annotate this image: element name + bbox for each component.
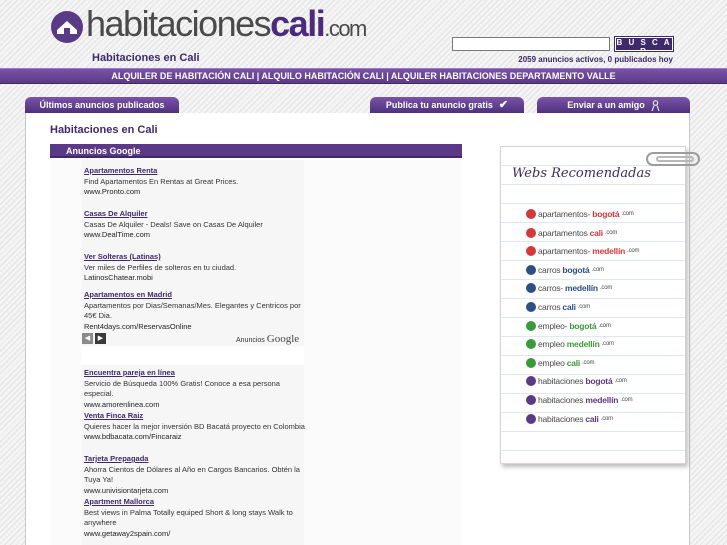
site-logo-icon [526, 413, 536, 424]
paperclip-inner [656, 156, 694, 162]
ad-title[interactable]: Apartamentos Renta [84, 166, 306, 177]
site-logo-icon [526, 320, 536, 331]
ad-item[interactable]: Casas De Alquiler Casas De Alquiler - De… [84, 209, 306, 241]
tab-latest-ads[interactable]: Últimos anuncios publicados [25, 97, 179, 114]
site-logo-icon [526, 246, 536, 257]
ad-title[interactable]: Encuentra pareja en línea [84, 368, 306, 379]
ad-url[interactable]: www.DealTime.com [84, 230, 306, 241]
recommended-site-link[interactable]: carros cali .com [526, 302, 590, 312]
ad-title[interactable]: Tarjeta Prepagada [84, 454, 306, 465]
ads-stats: 2059 anuncios activos, 0 publicados hoy [518, 55, 673, 64]
ad-url[interactable]: www.amorenlinea.com [84, 400, 306, 411]
recommended-site-link[interactable]: empleo cali .com [526, 357, 594, 368]
site-logo-icon [526, 376, 536, 387]
ad-title[interactable]: Venta Finca Raiz [84, 411, 306, 422]
site-logo-icon [526, 357, 536, 368]
site-logo-icon [526, 302, 536, 312]
tab-publish-ad[interactable]: Publica tu anuncio gratis ✔ [370, 97, 524, 114]
ad-url[interactable]: LatinosChatear.mobi [84, 273, 306, 284]
site-logo-icon [526, 339, 536, 350]
ad-title[interactable]: Apartamentos en Madrid [84, 290, 304, 301]
ad-text: Casas De Alquiler - Deals! Save on Casas… [84, 219, 263, 229]
tab-send-to-friend[interactable]: Enviar a un amigo [537, 97, 690, 114]
site-logo-icon [526, 209, 536, 219]
next-arrow-icon[interactable]: ▶ [95, 333, 106, 344]
ad-title[interactable]: Casas De Alquiler [84, 209, 306, 220]
site-logo-icon [526, 395, 536, 405]
ads-gutter-right [304, 160, 462, 545]
ad-url[interactable]: www.univisiontarjeta.com [84, 486, 306, 497]
site-logo-icon [526, 227, 536, 238]
ad-item[interactable]: Venta Finca Raiz Quieres hacer la mejor … [84, 411, 306, 443]
ad-url[interactable]: www.Pronto.com [84, 187, 306, 198]
ad-pager: ◀ ▶ [82, 333, 106, 344]
site-logo-icon [526, 264, 536, 275]
house-logo-icon [51, 10, 83, 43]
ad-title[interactable]: Ver Solteras (Latinas) [84, 252, 306, 263]
ad-text: Find Apartamentos En Rentas at Great Pri… [84, 176, 239, 186]
recommended-site-link[interactable]: apartamentos-bogotá .com [526, 209, 634, 219]
prev-arrow-icon[interactable]: ◀ [82, 333, 93, 344]
page-title: Habitaciones en Cali [50, 124, 158, 136]
recommended-sites-title: Webs Recomendadas [512, 166, 651, 181]
recommended-site-link[interactable]: habitaciones medellín .com [526, 395, 633, 405]
search-input[interactable] [452, 37, 610, 51]
recommended-site-link[interactable]: carros-medellín .com [526, 283, 612, 294]
ad-title[interactable]: Apartment Mallorca [84, 497, 306, 508]
recommended-site-link[interactable]: apartamentos cali .com [526, 227, 617, 238]
ad-text: Apartamentos por Dias/Semanas/Mes. Elega… [84, 300, 301, 321]
search-button[interactable]: B U S C A R [614, 36, 674, 56]
site-logo[interactable]: habitacionescali.com [50, 3, 367, 47]
google-ads-header: Anuncios Google [50, 144, 462, 158]
recommended-site-link[interactable]: habitaciones bogotá .com [526, 376, 627, 387]
ad-item[interactable]: Apartamentos Renta Find Apartamentos En … [84, 166, 306, 198]
recommended-site-link[interactable]: apartamentos-medellín .com [526, 246, 640, 257]
site-header: habitacionescali.com Habitaciones en Cal… [0, 0, 727, 70]
ad-url[interactable]: www.getaway2spain.com/ [84, 529, 306, 540]
recommended-site-link[interactable]: carros bogotá .com [526, 264, 604, 275]
ad-url[interactable]: www.bdbacata.com/Fincaraiz [84, 432, 306, 443]
ad-url[interactable]: Rent4days.com/ReservasOnline [84, 322, 304, 333]
ad-text: Servicio de Búsqueda 100% Gratis! Conoce… [84, 378, 280, 399]
ad-text: Quieres hacer la mejor inversión BD Baca… [84, 421, 305, 431]
logo-text: habitacionescali.com [86, 3, 367, 44]
adchoices-label[interactable]: Anuncios Google [236, 333, 299, 345]
ads-gutter-left [50, 160, 82, 545]
ad-item[interactable]: Apartment Mallorca Best views in Palma T… [84, 497, 306, 539]
ad-text: Ahorra Cientos de Dólares al Año en Carg… [84, 464, 300, 485]
recommended-site-link[interactable]: empleo medellín .com [526, 339, 614, 350]
recommended-site-link[interactable]: habitaciones cali .com [526, 413, 613, 424]
ad-item[interactable]: Ver Solteras (Latinas) Ver miles de Perf… [84, 252, 306, 284]
ad-item[interactable]: Encuentra pareja en línea Servicio de Bú… [84, 368, 306, 410]
site-logo-icon [526, 283, 536, 294]
ad-item[interactable]: Tarjeta Prepagada Ahorra Cientos de Dóla… [84, 454, 306, 496]
check-icon: ✔ [498, 99, 509, 111]
person-icon [651, 100, 660, 111]
recommended-site-link[interactable]: empleo-bogotá .com [526, 320, 611, 331]
ad-item[interactable]: Apartamentos en Madrid Apartamentos por … [84, 290, 304, 332]
ad-text: Best views in Palma Totally equiped Shor… [84, 507, 293, 528]
seo-navbar[interactable]: ALQUILER DE HABITACIÓN CALI | ALQUILO HA… [0, 68, 727, 84]
ad-text: Ver miles de Perfiles de solteros en tu … [84, 262, 237, 272]
site-subtitle: Habitaciones en Cali [92, 52, 200, 64]
